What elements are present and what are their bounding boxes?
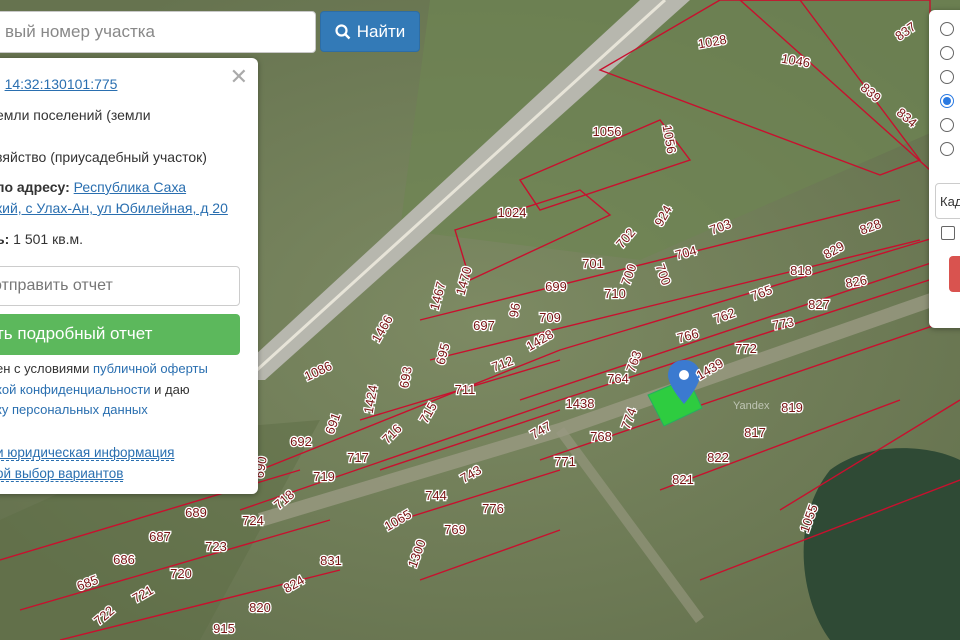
find-button[interactable]: Найти <box>320 11 420 52</box>
parcel-label[interactable]: 772 <box>734 340 758 358</box>
layer-radio-5[interactable] <box>940 118 954 132</box>
parcel-label[interactable]: 915 <box>212 620 236 638</box>
send-report-button[interactable]: отправить отчет <box>0 266 240 306</box>
map-watermark: Yandex <box>733 400 770 412</box>
parcel-label[interactable]: 744 <box>424 487 448 505</box>
address-link-2[interactable]: кий, с Улах-Ан, ул Юбилейная, д 20 <box>0 200 228 216</box>
parcel-label[interactable]: 719 <box>312 468 336 486</box>
privacy-link[interactable]: кой конфиденциальности <box>0 382 151 397</box>
parcel-label[interactable]: 764 <box>606 370 630 388</box>
parcel-label[interactable]: 699 <box>544 278 568 296</box>
terms-line-1: ен с условиями <box>0 361 93 376</box>
cadastral-search-input[interactable]: вый номер участка <box>0 11 316 53</box>
parcel-label[interactable]: 687 <box>148 528 172 546</box>
parcel-label[interactable]: 827 <box>807 296 831 314</box>
layer-radio-1[interactable] <box>940 22 954 36</box>
parcel-label[interactable]: 822 <box>706 449 730 467</box>
close-icon[interactable]: ✕ <box>230 64 248 90</box>
address-link-1[interactable]: Республика Саха <box>74 179 186 195</box>
parcel-label[interactable]: 711 <box>453 381 476 399</box>
parcel-label[interactable]: 1056 <box>591 123 622 141</box>
parcel-label[interactable]: 831 <box>319 552 343 570</box>
cad-label: : <box>0 76 1 92</box>
layer-panel: Кад <box>929 10 960 328</box>
parcel-label[interactable]: 776 <box>481 500 505 518</box>
parcel-label[interactable]: 96 <box>505 301 525 320</box>
parcel-label[interactable]: 771 <box>553 453 577 471</box>
parcel-label[interactable]: 697 <box>472 317 496 335</box>
offer-link[interactable]: публичной оферты <box>93 361 208 376</box>
address-label: по адресу: <box>0 179 70 195</box>
parcel-label[interactable]: 819 <box>780 399 804 417</box>
parcel-label[interactable]: 686 <box>112 551 136 569</box>
parcel-label[interactable]: 724 <box>241 512 265 530</box>
parcel-label[interactable]: 1024 <box>496 204 527 222</box>
layer-radio-4[interactable] <box>940 94 954 108</box>
search-icon <box>335 23 351 39</box>
parcel-label[interactable]: 710 <box>603 285 627 303</box>
layer-radio-2[interactable] <box>940 46 954 60</box>
parcel-label[interactable]: 820 <box>248 599 272 617</box>
detailed-report-button[interactable]: ть подробный отчет <box>0 314 240 355</box>
parcel-label[interactable]: 817 <box>743 424 767 442</box>
variants-link[interactable]: ой выбор вариантов <box>0 466 124 482</box>
parcel-label[interactable]: 1438 <box>564 395 595 413</box>
terms-text: ен с условиями публичной оферты кой конф… <box>0 359 208 421</box>
parcel-label[interactable]: 717 <box>346 449 370 467</box>
parcel-label[interactable]: 720 <box>169 565 193 583</box>
layer-radio-6[interactable] <box>940 142 954 156</box>
legal-info-link[interactable]: и юридическая информация <box>0 445 175 461</box>
red-action-button[interactable] <box>949 256 960 292</box>
area-label: ь: <box>0 231 10 247</box>
find-button-label: Найти <box>356 21 406 41</box>
parcel-label[interactable]: 701 <box>581 255 605 273</box>
parcel-label[interactable]: 769 <box>443 521 467 539</box>
area-value: 1 501 кв.м. <box>13 231 84 247</box>
parcel-label[interactable]: 723 <box>204 538 228 556</box>
layer-radio-3[interactable] <box>940 70 954 84</box>
layer-checkbox[interactable] <box>941 226 955 240</box>
parcel-label[interactable]: 709 <box>538 309 562 327</box>
usage-text: зяйство (приусадебный участок) <box>0 149 207 165</box>
parcel-label[interactable]: 689 <box>184 504 208 522</box>
parcel-label[interactable]: 818 <box>789 262 813 280</box>
parcel-info-panel: ✕ : 14:32:130101:775 емли поселений (зем… <box>0 58 258 494</box>
cad-number-link[interactable]: 14:32:130101:775 <box>5 76 118 92</box>
personal-data-link[interactable]: ку персональных данных <box>0 402 148 417</box>
parcel-label[interactable]: 821 <box>671 471 695 489</box>
terms-line-2: и даю <box>150 381 190 397</box>
parcel-label[interactable]: 768 <box>589 428 613 446</box>
category-text: емли поселений (земли <box>0 107 151 123</box>
parcel-label[interactable]: 692 <box>289 433 313 451</box>
lake <box>803 448 960 640</box>
cadastral-layer-input[interactable]: Кад <box>935 183 960 219</box>
